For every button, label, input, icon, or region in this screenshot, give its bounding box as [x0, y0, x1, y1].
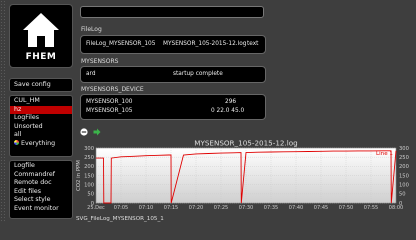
- x-tick-label: 07:25: [214, 205, 228, 211]
- filelog-text-link[interactable]: text: [247, 41, 258, 47]
- device-row-name[interactable]: MYSENSOR_105: [86, 108, 132, 114]
- y-tick-label: 300: [84, 146, 94, 152]
- device-row-value: 0 22.0 45.0: [211, 108, 245, 114]
- mysensors-section-title: MYSENSORS: [81, 58, 119, 65]
- y-tick-label: 250: [84, 155, 94, 161]
- y-tick-label: 200: [84, 164, 94, 170]
- y2-tick-label: 100: [399, 182, 409, 188]
- forward-arrow-icon[interactable]: [93, 128, 101, 136]
- tool-item-commandref[interactable]: Commandref: [10, 171, 72, 180]
- y-axis-label: CO2 in PPM: [76, 160, 82, 191]
- mysensors-panel: ard startup complete: [80, 66, 266, 83]
- filelog-device-link[interactable]: FileLog_MYSENSOR_105: [86, 41, 155, 47]
- save-config-button[interactable]: Save config: [10, 79, 72, 91]
- x-tick-label: 07:20: [189, 205, 203, 211]
- room-item-cul-hm[interactable]: CUL_HM: [10, 97, 72, 106]
- y2-tick-label: 50: [399, 192, 406, 198]
- devices-section-title: MYSENSORS_DEVICE: [81, 86, 144, 93]
- y-tick-label: 50: [87, 192, 94, 198]
- x-tick-label: 07:10: [139, 205, 153, 211]
- mysensors-state: startup complete: [173, 71, 223, 77]
- x-tick-label: 07:55: [364, 205, 378, 211]
- x-tick-label: 08:00: [389, 205, 403, 211]
- x-tick-label: 25.Dec: [87, 205, 105, 211]
- legend-line-1: Line 1: [376, 151, 393, 157]
- y2-tick-label: 250: [399, 155, 409, 161]
- logo-text: FHEM: [25, 52, 57, 62]
- everything-icon: [14, 140, 19, 145]
- tools-menu: Logfile Commandref Remote doc Edit files…: [9, 160, 73, 219]
- mysensors-device-link[interactable]: ard: [86, 71, 96, 77]
- x-tick-label: 07:30: [239, 205, 253, 211]
- save-config-box: Save config: [9, 78, 73, 92]
- filelog-section-title: FileLog: [81, 26, 102, 33]
- background-pattern: [0, 0, 6, 222]
- tool-item-event-monitor[interactable]: Event monitor: [10, 205, 72, 214]
- tool-item-logfile[interactable]: Logfile: [10, 162, 72, 171]
- device-row-value: 296: [225, 99, 237, 105]
- chart-title: MYSENSOR_105-2015-12.log: [194, 139, 297, 148]
- devices-panel: MYSENSOR_100 296 MYSENSOR_105 0 22.0 45.…: [80, 94, 266, 120]
- command-input[interactable]: [80, 6, 264, 18]
- x-tick-label: 07:05: [114, 205, 128, 211]
- room-item-logfiles[interactable]: LogFiles: [10, 114, 72, 123]
- log-chart[interactable]: MYSENSOR_105-2015-12.log0501001502002503…: [74, 139, 416, 223]
- room-item-unsorted[interactable]: Unsorted: [10, 123, 72, 132]
- room-item-hz[interactable]: hz: [10, 105, 72, 114]
- tool-item-remote-doc[interactable]: Remote doc: [10, 179, 72, 188]
- tool-item-edit-files[interactable]: Edit files: [10, 188, 72, 197]
- fhem-logo[interactable]: FHEM: [9, 4, 73, 68]
- device-row-name[interactable]: MYSENSOR_100: [86, 99, 132, 105]
- y2-tick-label: 200: [399, 164, 409, 170]
- x-tick-label: 07:50: [339, 205, 353, 211]
- y-tick-label: 100: [84, 182, 94, 188]
- x-tick-label: 07:35: [264, 205, 278, 211]
- y-tick-label: 150: [84, 173, 94, 179]
- y2-tick-label: 300: [399, 146, 409, 152]
- x-tick-label: 07:15: [164, 205, 178, 211]
- tool-item-select-style[interactable]: Select style: [10, 196, 72, 205]
- room-item-everything-label: Everything: [21, 139, 56, 147]
- filelog-panel: FileLog_MYSENSOR_105 MYSENSOR_105-2015-1…: [80, 35, 266, 54]
- x-tick-label: 07:40: [289, 205, 303, 211]
- room-item-all[interactable]: all: [10, 131, 72, 140]
- chart-footer-link: SVG_FileLog_MYSENSOR_105_1: [76, 216, 164, 222]
- room-item-everything[interactable]: Everything: [10, 140, 72, 149]
- x-tick-label: 07:45: [314, 205, 328, 211]
- filelog-file-link[interactable]: MYSENSOR_105-2015-12.log: [163, 41, 246, 47]
- zoom-out-icon[interactable]: [80, 128, 88, 136]
- chart-container: MYSENSOR_105-2015-12.log 0 50 100 150 200 250 3…: [74, 139, 416, 223]
- room-menu: CUL_HM hz LogFiles Unsorted all Everythi…: [9, 95, 73, 157]
- house-icon: [23, 13, 59, 47]
- y2-tick-label: 150: [399, 173, 409, 179]
